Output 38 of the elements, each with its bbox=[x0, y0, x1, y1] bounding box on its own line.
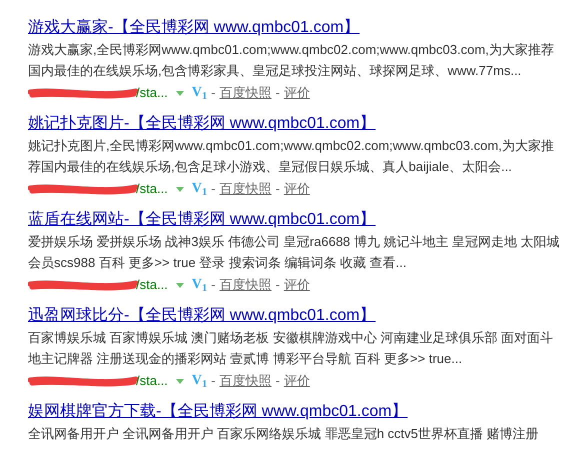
result-title-link[interactable]: 迅盈网球比分-【全民博彩网 www.qmbc01.com】 bbox=[28, 306, 376, 326]
separator: - bbox=[276, 84, 280, 102]
snapshot-link[interactable]: 百度快照 bbox=[220, 371, 272, 391]
snapshot-link[interactable]: 百度快照 bbox=[220, 179, 272, 199]
separator: - bbox=[276, 276, 280, 294]
result-snippet: 全讯网备用开户 全讯网备用开户 百家乐网络娱乐城 罪恶皇冠h cctv5世界杯直播 赌博注册 bbox=[28, 425, 540, 443]
verification-label: V$_{1}$ bbox=[192, 181, 208, 197]
result-url: /sta... bbox=[136, 276, 168, 294]
verification-label: V$_{1}$ bbox=[192, 85, 208, 101]
result-url: /sta... bbox=[136, 84, 168, 102]
result-title-link[interactable]: 娱网棋牌官方下载-【全民博彩网 www.qmbc01.com】 bbox=[28, 402, 408, 422]
result-title-link[interactable]: 姚记扑克图片-【全民博彩网 www.qmbc01.com】 bbox=[28, 114, 376, 134]
result-url: /sta... bbox=[136, 180, 168, 198]
separator: - bbox=[276, 180, 280, 198]
dropdown-caret-icon[interactable] bbox=[176, 186, 184, 192]
snapshot-link[interactable]: 百度快照 bbox=[220, 83, 272, 103]
result-title-link[interactable]: 游戏大赢家-【全民博彩网 www.qmbc01.com】 bbox=[28, 18, 360, 38]
review-link[interactable]: 评价 bbox=[284, 83, 310, 103]
verification-label: V$_{1}$ bbox=[192, 373, 208, 389]
result-snippet: 游戏大赢家,全民博彩网www.qmbc01.com;www.qmbc02.com;www.qmbc03.com,为大家推荐国内最佳的在线娱乐场,包含博彩家具、皇冠足球投注网站、球探网足球、www.77ms... bbox=[28, 41, 555, 80]
separator: - bbox=[211, 372, 216, 390]
review-link[interactable]: 评价 bbox=[284, 179, 310, 199]
dropdown-caret-icon[interactable] bbox=[176, 378, 184, 384]
result-snippet: 百家博娱乐城 百家博娱乐城 澳门赌场老板 安徽棋牌游戏中心 河南建业足球俱乐部 面对面斗地主记牌器 注册送现金的播彩网站 壹贰博 博彩平台导航 百科 更多>> true... bbox=[28, 329, 554, 368]
dropdown-caret-icon[interactable] bbox=[176, 90, 184, 96]
result-title-link[interactable]: 蓝盾在线网站-【全民博彩网 www.qmbc01.com】 bbox=[28, 210, 376, 230]
result-snippet: 姚记扑克图片,全民博彩网www.qmbc01.com;www.qmbc02.com;www.qmbc03.com,为大家推荐国内最佳的在线娱乐场,包含足球小游戏、皇冠假日娱乐城、真人baijiale、太阳会... bbox=[28, 137, 555, 176]
result-snippet: 爱拼娱乐场 爱拼娱乐场 战神3娱乐 伟德公司 皇冠ra6688 博九 姚记斗地主 皇冠网走地 太阳城会员scs988 百科 更多>> true 登录 搜索词条 编辑词条 收藏 查看... bbox=[28, 233, 561, 272]
separator: - bbox=[276, 372, 280, 390]
result-url: /sta... bbox=[136, 372, 168, 390]
dropdown-caret-icon[interactable] bbox=[176, 282, 184, 288]
separator: - bbox=[211, 180, 216, 198]
separator: - bbox=[211, 276, 216, 294]
review-link[interactable]: 评价 bbox=[284, 275, 310, 295]
review-link[interactable]: 评价 bbox=[284, 371, 310, 391]
verification-label: V$_{1}$ bbox=[192, 277, 208, 293]
snapshot-link[interactable]: 百度快照 bbox=[220, 275, 272, 295]
separator: - bbox=[211, 84, 216, 102]
